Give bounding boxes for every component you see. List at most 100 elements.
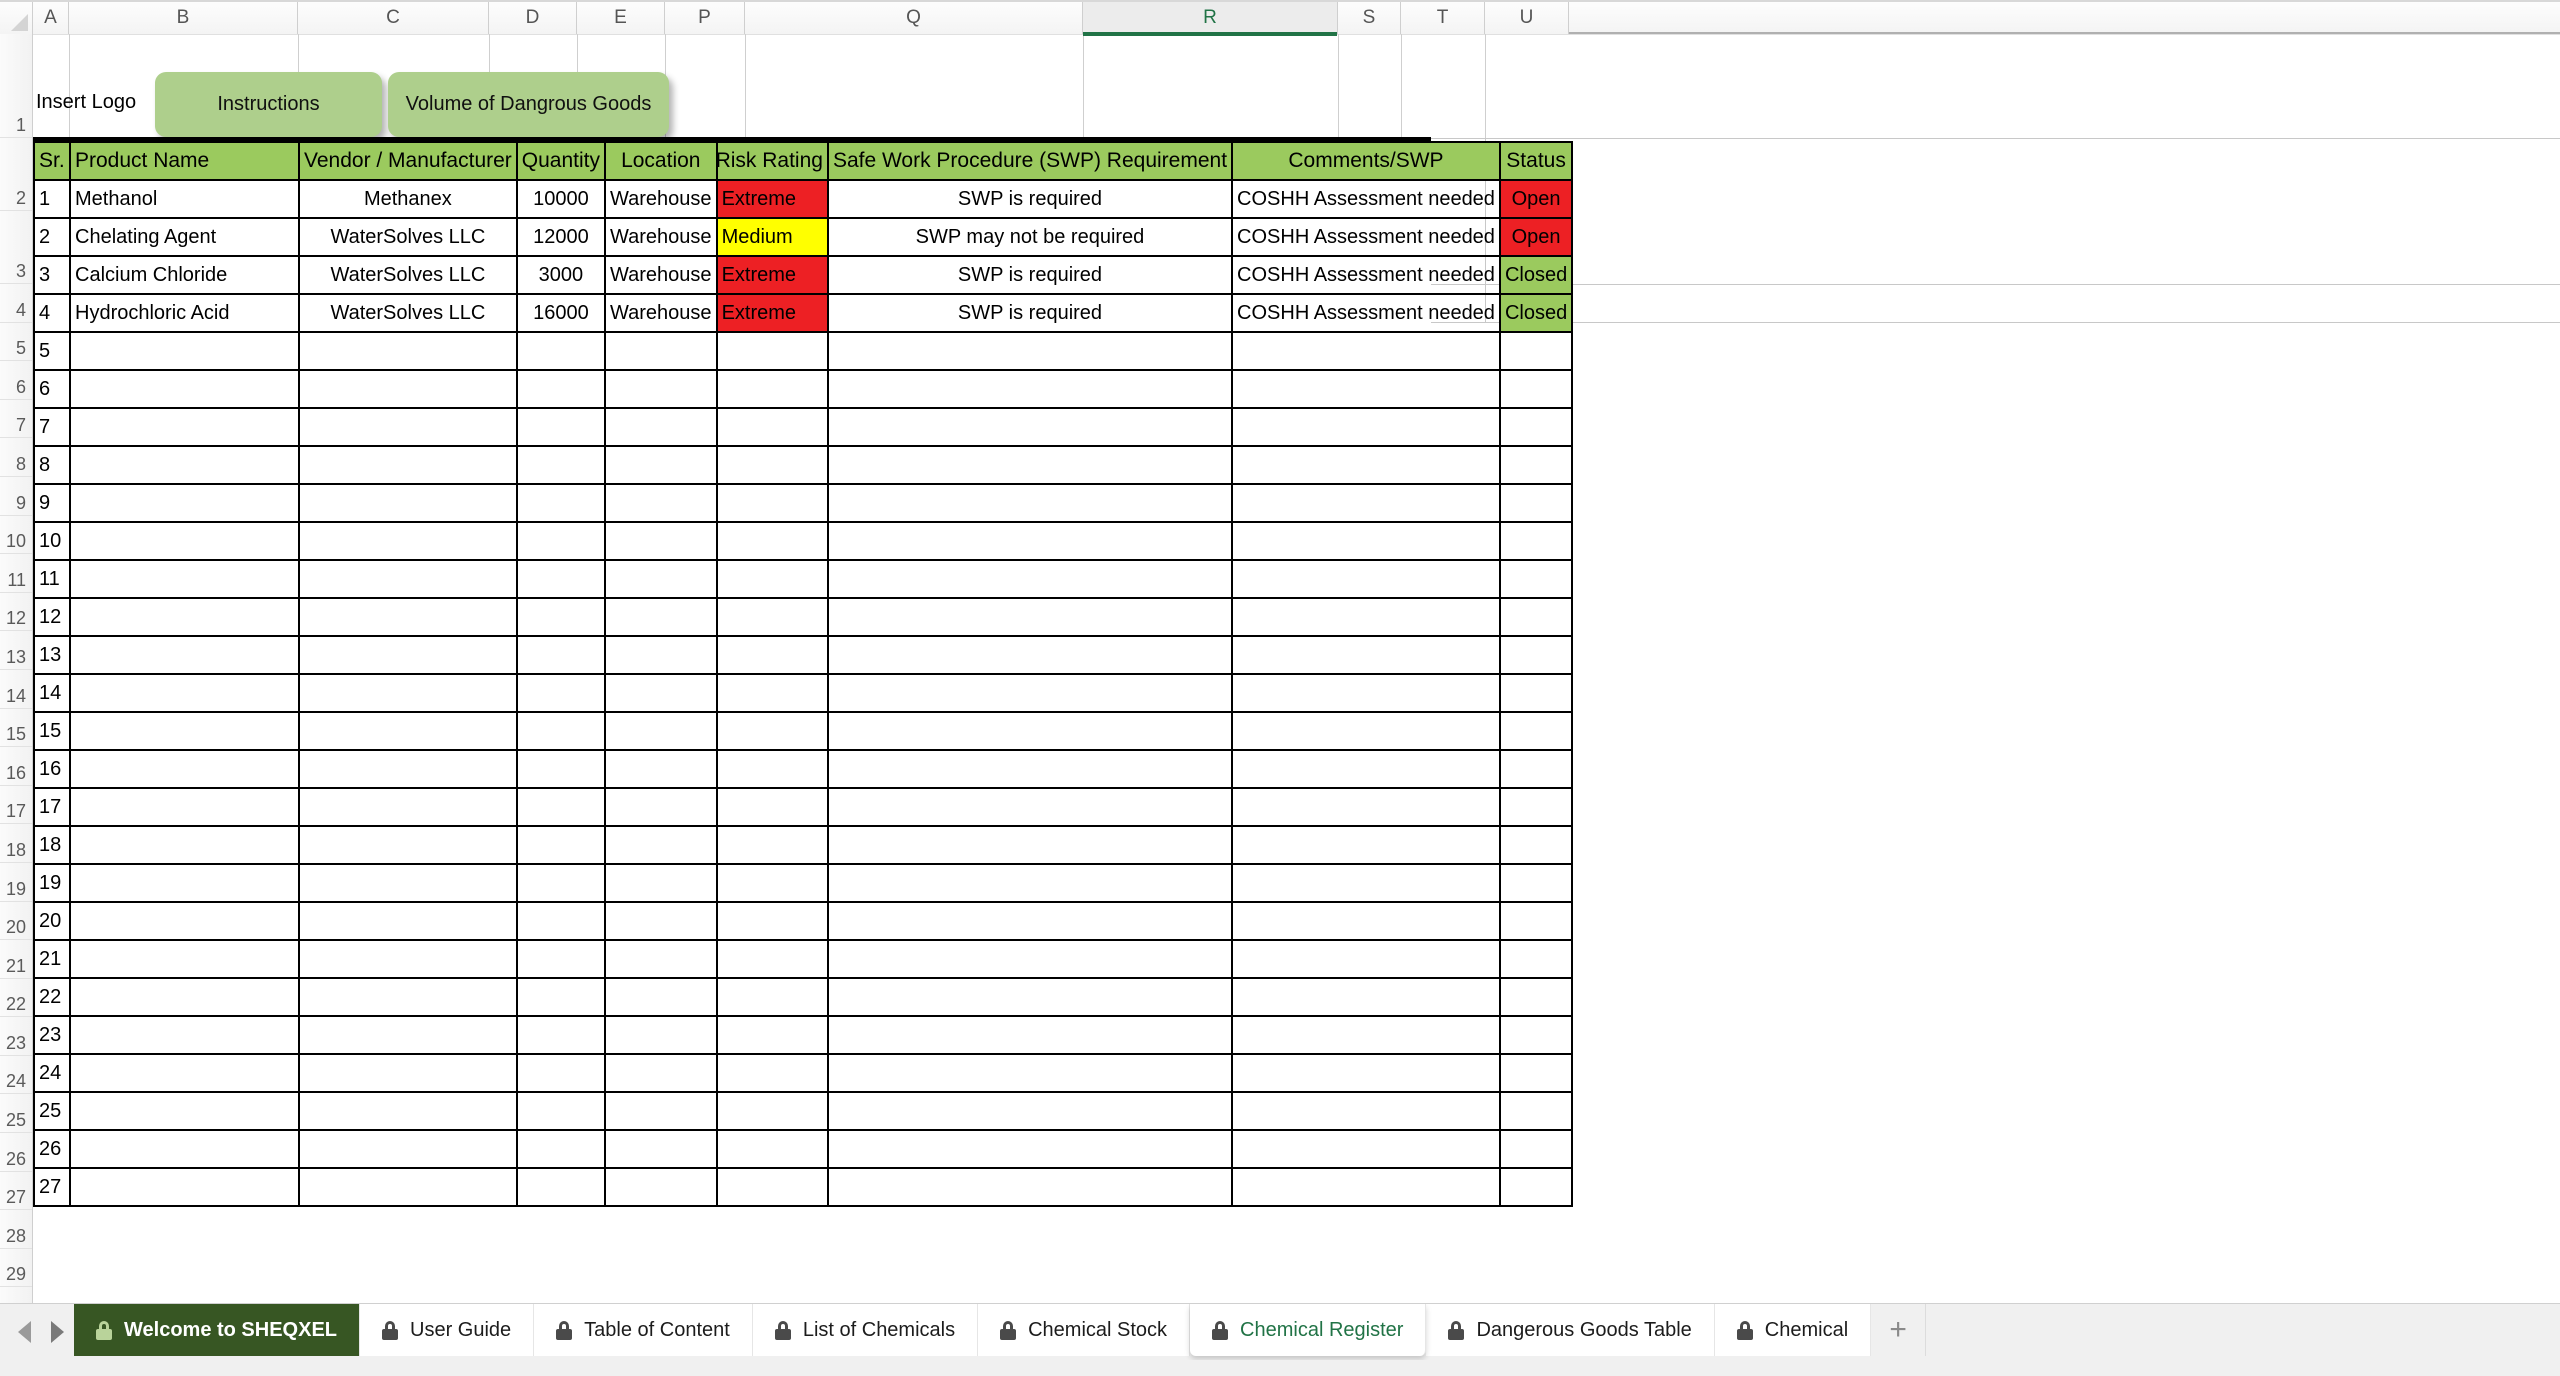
row-header-10[interactable]: 10 [0, 515, 32, 555]
cell-empty[interactable] [1498, 331, 1574, 371]
cell-empty[interactable] [69, 901, 300, 941]
cell-empty[interactable] [604, 331, 718, 371]
cell-empty[interactable] [604, 1167, 718, 1207]
cell-empty[interactable] [298, 597, 518, 637]
cell-empty[interactable] [826, 1091, 1234, 1131]
cell-empty[interactable] [298, 635, 518, 675]
cell-product-name[interactable]: Hydrochloric Acid [69, 293, 300, 333]
cell-empty[interactable] [515, 635, 607, 675]
cell-empty[interactable] [515, 445, 607, 485]
row-header-25[interactable]: 25 [0, 1094, 32, 1134]
cell-empty[interactable] [298, 787, 518, 827]
cell-empty[interactable] [715, 445, 829, 485]
cell-comments-swp[interactable]: COSHH Assessment needed [1231, 179, 1501, 219]
cell-sr[interactable]: 25 [33, 1091, 71, 1131]
cell-empty[interactable] [515, 331, 607, 371]
cell-empty[interactable] [826, 977, 1234, 1017]
cell-empty[interactable] [515, 521, 607, 561]
cell-empty[interactable] [715, 1015, 829, 1055]
cell-sr[interactable]: 7 [33, 407, 71, 447]
cell-empty[interactable] [1498, 483, 1574, 523]
cell-empty[interactable] [604, 445, 718, 485]
cell-risk-rating[interactable]: Medium [715, 217, 829, 257]
cell-location[interactable]: Warehouse [604, 255, 718, 295]
cell-empty[interactable] [1498, 1091, 1574, 1131]
cell-empty[interactable] [715, 1129, 829, 1169]
cell-status[interactable]: Closed [1498, 293, 1574, 333]
cell-empty[interactable] [604, 749, 718, 789]
cell-empty[interactable] [1231, 1015, 1501, 1055]
cell-empty[interactable] [515, 597, 607, 637]
cell-empty[interactable] [604, 977, 718, 1017]
cell-empty[interactable] [69, 635, 300, 675]
cell-sr[interactable]: 6 [33, 369, 71, 409]
table-row[interactable]: 17 [33, 787, 1574, 827]
cell-empty[interactable] [715, 559, 829, 599]
row-header-7[interactable]: 7 [0, 399, 32, 439]
cell-empty[interactable] [1498, 825, 1574, 865]
cell-empty[interactable] [1231, 1167, 1501, 1207]
cell-empty[interactable] [604, 901, 718, 941]
cell-empty[interactable] [1231, 749, 1501, 789]
cell-empty[interactable] [69, 1129, 300, 1169]
cell-empty[interactable] [604, 559, 718, 599]
cell-empty[interactable] [298, 749, 518, 789]
cell-empty[interactable] [1498, 939, 1574, 979]
table-row[interactable]: 1 Methanol Methanex 10000 Warehouse Extreme SW… [33, 179, 1574, 219]
cell-empty[interactable] [604, 939, 718, 979]
column-header-q[interactable]: Q [745, 2, 1083, 34]
cell-empty[interactable] [604, 787, 718, 827]
cell-empty[interactable] [1498, 445, 1574, 485]
table-row[interactable]: 24 [33, 1053, 1574, 1093]
table-row[interactable]: 12 [33, 597, 1574, 637]
cell-empty[interactable] [298, 369, 518, 409]
cell-empty[interactable] [715, 1091, 829, 1131]
cell-empty[interactable] [515, 407, 607, 447]
cell-empty[interactable] [515, 1091, 607, 1131]
cell-status[interactable]: Open [1498, 217, 1574, 257]
cell-empty[interactable] [1231, 369, 1501, 409]
cell-sr[interactable]: 17 [33, 787, 71, 827]
cell-empty[interactable] [298, 939, 518, 979]
cell-empty[interactable] [298, 1015, 518, 1055]
table-row[interactable]: 4 Hydrochloric Acid WaterSolves LLC 16000 Wa… [33, 293, 1574, 333]
row-header-18[interactable]: 18 [0, 824, 32, 863]
cell-sr[interactable]: 20 [33, 901, 71, 941]
cell-empty[interactable] [1498, 521, 1574, 561]
cell-sr[interactable]: 16 [33, 749, 71, 789]
cell-empty[interactable] [604, 863, 718, 903]
sheet-tab-chemical-register[interactable]: Chemical Register [1190, 1304, 1427, 1356]
cell-empty[interactable] [298, 483, 518, 523]
cell-empty[interactable] [69, 977, 300, 1017]
cell-empty[interactable] [1498, 1053, 1574, 1093]
cell-quantity[interactable]: 16000 [515, 293, 607, 333]
cell-empty[interactable] [1231, 1129, 1501, 1169]
cell-empty[interactable] [826, 597, 1234, 637]
row-header-3[interactable]: 3 [0, 211, 32, 284]
cell-empty[interactable] [604, 597, 718, 637]
cell-empty[interactable] [826, 1053, 1234, 1093]
column-header-s[interactable]: S [1338, 2, 1401, 34]
cell-empty[interactable] [298, 521, 518, 561]
table-row[interactable]: 20 [33, 901, 1574, 941]
cell-comments-swp[interactable]: COSHH Assessment needed [1231, 217, 1501, 257]
instructions-button[interactable]: Instructions [155, 72, 382, 137]
cell-empty[interactable] [298, 331, 518, 371]
sheet-tab-table-of-content[interactable]: Table of Content [534, 1304, 753, 1356]
cell-empty[interactable] [826, 863, 1234, 903]
cell-sr[interactable]: 3 [33, 255, 71, 295]
cell-empty[interactable] [604, 825, 718, 865]
row-header-4[interactable]: 4 [0, 284, 32, 323]
table-row[interactable]: 21 [33, 939, 1574, 979]
cell-empty[interactable] [715, 977, 829, 1017]
sheet-tab-chemical[interactable]: Chemical [1714, 1304, 1872, 1356]
cell-empty[interactable] [715, 711, 829, 751]
cell-empty[interactable] [826, 939, 1234, 979]
cell-empty[interactable] [1498, 597, 1574, 637]
cell-empty[interactable] [515, 1015, 607, 1055]
cell-product-name[interactable]: Chelating Agent [69, 217, 300, 257]
table-row[interactable]: 8 [33, 445, 1574, 485]
cell-empty[interactable] [69, 559, 300, 599]
sheet-tab-welcome-to-sheqxel[interactable]: Welcome to SHEQXEL [74, 1304, 361, 1356]
cell-empty[interactable] [1498, 559, 1574, 599]
